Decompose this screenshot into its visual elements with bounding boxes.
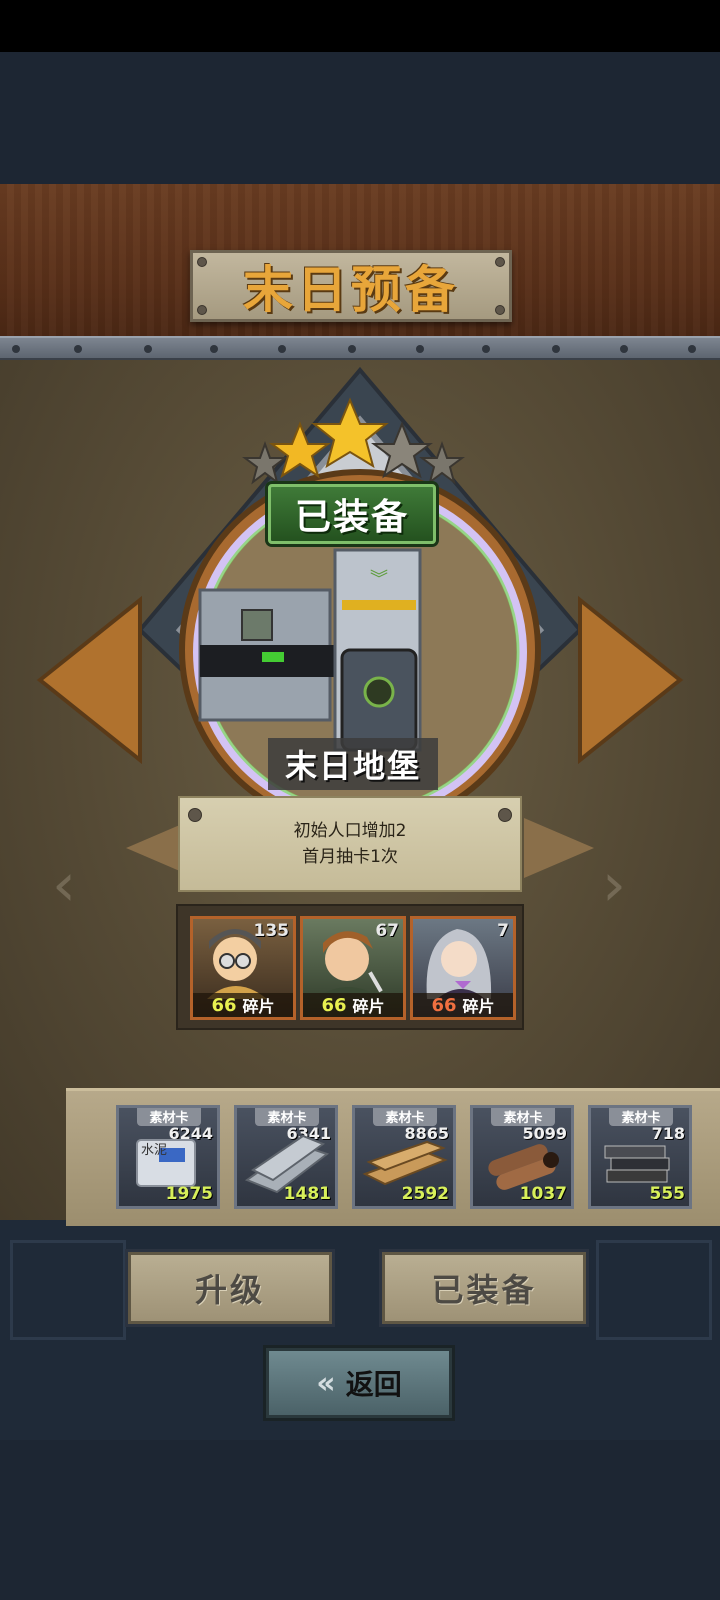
title-plate: 末日预备 — [190, 250, 512, 322]
screw — [197, 257, 207, 267]
svg-text:︾: ︾ — [370, 569, 388, 590]
hero-fragments: 66 碎片 — [413, 993, 513, 1017]
back-button[interactable]: « 返回 — [266, 1348, 452, 1418]
decor-frame — [10, 1240, 126, 1340]
equipped-button[interactable]: 已装备 — [382, 1252, 586, 1324]
material-card[interactable]: 素材卡 718 555 — [588, 1105, 692, 1209]
building-description: 初始人口增加2 首月抽卡1次 — [178, 796, 522, 892]
screw — [188, 808, 202, 822]
screw — [495, 257, 505, 267]
metal-rail — [0, 336, 720, 360]
decor-frame — [596, 1240, 712, 1340]
hero-card[interactable]: 67 66 碎片 — [300, 916, 406, 1020]
star-rating — [242, 397, 465, 485]
next-arrow-icon[interactable]: › — [602, 850, 626, 920]
material-list: 素材卡 6244 水泥 1975 素材卡 6341 1481 素材卡 8865 … — [66, 1088, 720, 1226]
material-card[interactable]: 素材卡 6341 1481 — [234, 1105, 338, 1209]
screw — [197, 305, 207, 315]
description-line: 初始人口增加2 — [293, 821, 407, 841]
screw — [498, 808, 512, 822]
equipped-status-badge: 已装备 — [268, 484, 436, 544]
building-name: 末日地堡 — [268, 738, 438, 790]
back-arrow-icon: « — [316, 1365, 336, 1401]
svg-text:水泥: 水泥 — [141, 1143, 167, 1158]
star-icon — [371, 421, 433, 479]
status-bar — [0, 0, 720, 52]
page-title: 末日预备 — [243, 261, 459, 319]
star-icon — [419, 441, 465, 485]
upgrade-button[interactable]: 升级 — [128, 1252, 332, 1324]
prev-arrow-icon[interactable]: ‹ — [52, 850, 76, 920]
material-card[interactable]: 素材卡 8865 2592 — [352, 1105, 456, 1209]
star-icon — [311, 397, 389, 469]
hero-card[interactable]: 7 66 碎片 — [410, 916, 516, 1020]
description-line: 首月抽卡1次 — [302, 847, 398, 867]
navigation-bar — [0, 1440, 720, 1600]
top-background — [0, 52, 720, 184]
star-icon — [269, 421, 331, 479]
material-card[interactable]: 素材卡 6244 水泥 1975 — [116, 1105, 220, 1209]
hero-fragments: 66 碎片 — [193, 993, 293, 1017]
hero-list: 135 66 碎片 67 66 碎片 7 66 碎片 — [176, 904, 524, 1030]
hero-fragments: 66 碎片 — [303, 993, 403, 1017]
material-card[interactable]: 素材卡 5099 1037 — [470, 1105, 574, 1209]
screw — [495, 305, 505, 315]
hero-card[interactable]: 135 66 碎片 — [190, 916, 296, 1020]
